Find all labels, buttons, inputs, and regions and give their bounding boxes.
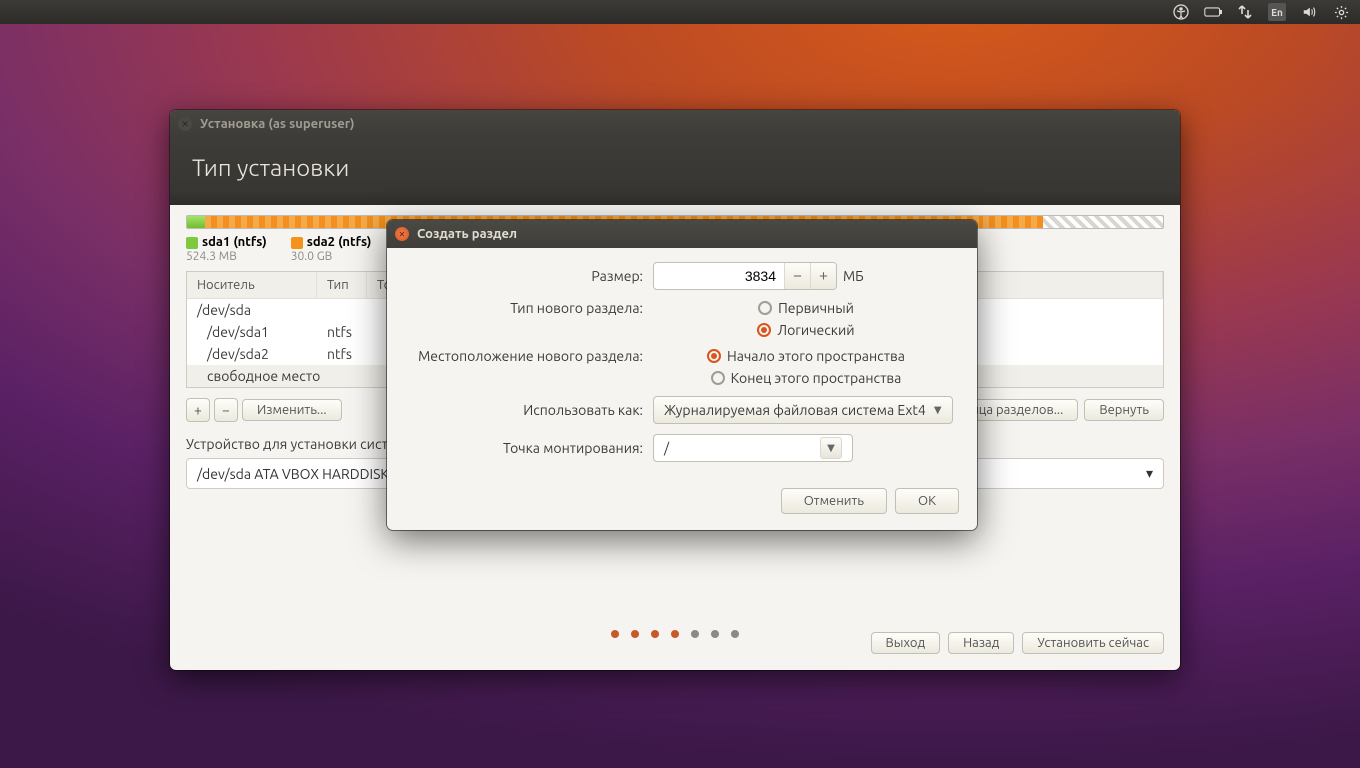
add-partition-button[interactable]: + (186, 398, 210, 422)
type-primary-radio[interactable]: Первичный (758, 300, 854, 316)
partition-type-label: Тип нового раздела: (405, 300, 653, 316)
col-device[interactable]: Носитель (187, 272, 317, 298)
use-as-select[interactable]: Журналируемая файловая система Ext4 ▼ (653, 396, 953, 424)
location-label: Местоположение нового раздела: (405, 348, 653, 364)
legend-item: sda1 (ntfs)524.3 MB (186, 235, 267, 263)
network-icon[interactable] (1236, 3, 1254, 21)
window-titlebar: ✕ Установка (as superuser) (170, 110, 1180, 138)
dialog-title: Создать раздел (417, 227, 517, 241)
cancel-button[interactable]: Отменить (781, 488, 887, 514)
size-unit: МБ (843, 268, 864, 284)
size-input[interactable] (654, 268, 784, 284)
size-spinner: − + (653, 262, 837, 290)
location-begin-radio[interactable]: Начало этого пространства (707, 348, 905, 364)
page-title: Тип установки (170, 138, 1180, 205)
language-indicator[interactable]: En (1268, 3, 1286, 21)
accessibility-icon[interactable] (1172, 3, 1190, 21)
dialog-titlebar: ✕ Создать раздел (387, 220, 977, 248)
chevron-down-icon: ▼ (934, 404, 942, 416)
battery-icon[interactable] (1204, 3, 1222, 21)
size-label: Размер: (405, 268, 653, 284)
chevron-down-icon: ▾ (1146, 465, 1153, 482)
close-icon[interactable]: ✕ (178, 117, 192, 131)
location-end-radio[interactable]: Конец этого пространства (711, 370, 902, 386)
type-logical-radio[interactable]: Логический (757, 322, 854, 338)
use-as-label: Использовать как: (405, 402, 653, 418)
chevron-down-icon: ▼ (820, 437, 842, 459)
dialog-footer: Отменить OK (387, 488, 977, 530)
window-title: Установка (as superuser) (200, 117, 355, 131)
change-partition-button[interactable]: Изменить... (242, 399, 342, 421)
col-type[interactable]: Тип (317, 272, 367, 298)
close-icon[interactable]: ✕ (395, 227, 409, 241)
sound-icon[interactable] (1300, 3, 1318, 21)
mount-point-label: Точка монтирования: (405, 440, 653, 456)
create-partition-dialog: ✕ Создать раздел Размер: − + МБ Тип ново… (387, 220, 977, 530)
mount-point-select[interactable]: / ▼ (653, 434, 853, 462)
use-as-value: Журналируемая файловая система Ext4 (664, 402, 926, 418)
legend-item: sda2 (ntfs)30.0 GB (291, 235, 372, 263)
gear-icon[interactable] (1332, 3, 1350, 21)
top-panel: En (0, 0, 1360, 24)
mount-point-value: / (664, 440, 669, 456)
size-decrease-button[interactable]: − (784, 263, 810, 289)
revert-button[interactable]: Вернуть (1084, 399, 1164, 421)
size-increase-button[interactable]: + (810, 263, 836, 289)
ok-button[interactable]: OK (895, 488, 959, 514)
bootloader-value: /dev/sda ATA VBOX HARDDISK (197, 466, 389, 482)
progress-dots (170, 630, 1180, 638)
remove-partition-button[interactable]: − (214, 398, 238, 422)
